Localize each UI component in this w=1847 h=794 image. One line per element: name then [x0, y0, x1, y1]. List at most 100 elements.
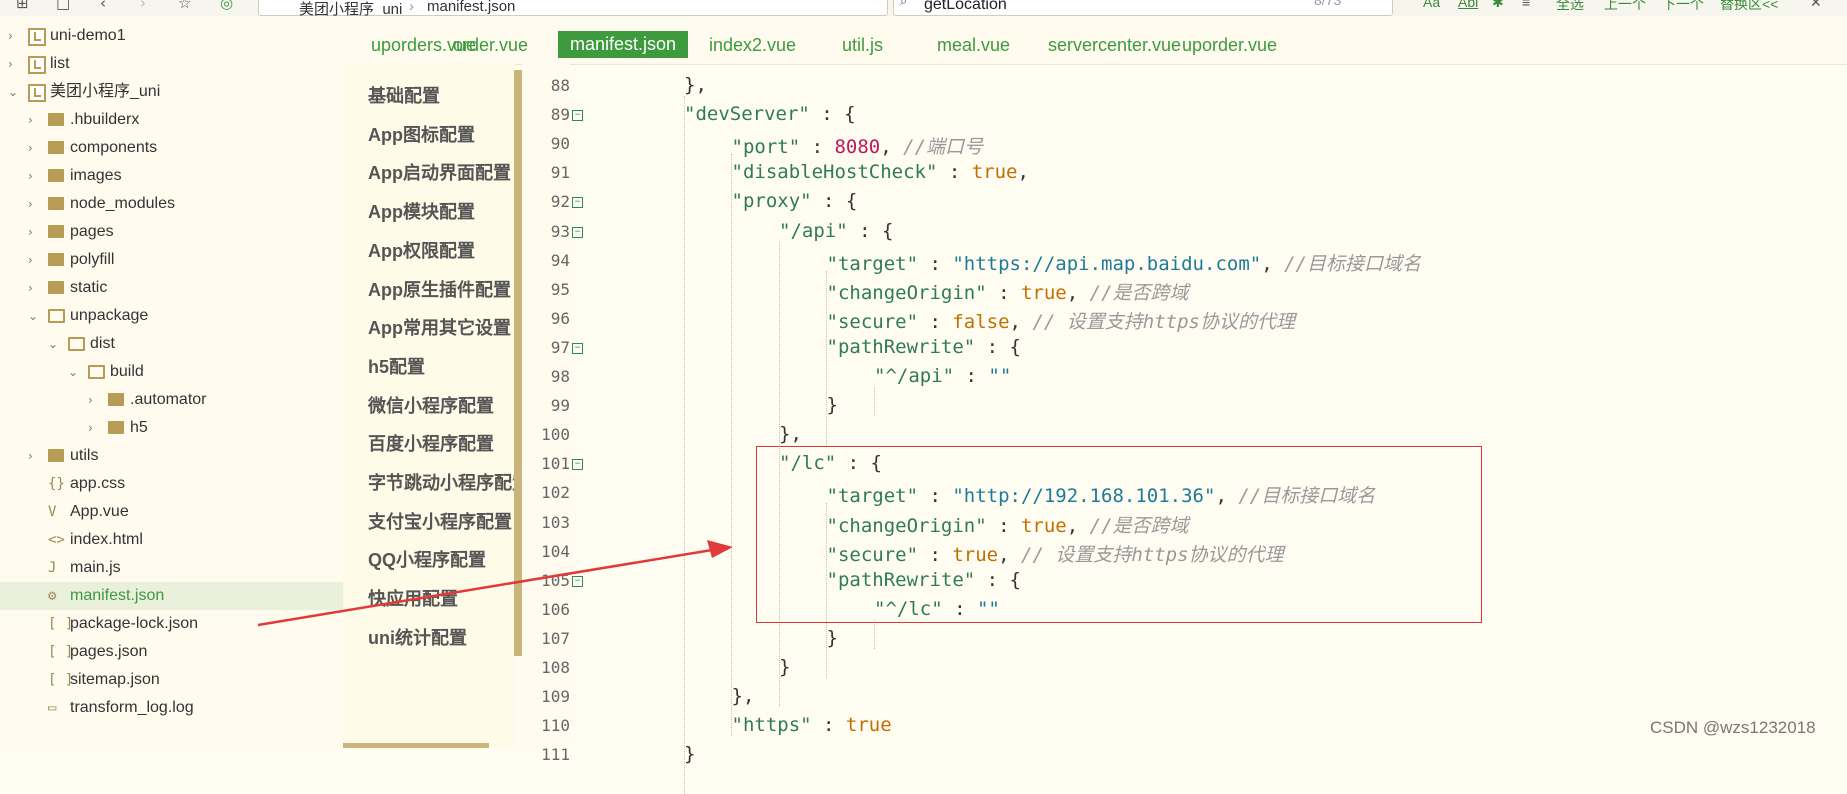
code-line[interactable]: "https" : true: [732, 714, 892, 743]
chevron-right-icon[interactable]: ›: [28, 106, 42, 134]
config-nav-item[interactable]: QQ小程序配置: [368, 546, 486, 572]
tree-item[interactable]: › static: [0, 274, 343, 302]
code-line[interactable]: "changeOrigin" : true, //是否跨域: [827, 278, 1189, 307]
fold-toggle-icon[interactable]: −: [572, 342, 583, 354]
tree-item[interactable]: {} app.css: [0, 470, 343, 498]
tree-item[interactable]: ⌄ unpackage: [0, 302, 343, 330]
config-nav-item[interactable]: App原生插件配置: [368, 276, 511, 302]
match-case-toggle[interactable]: Aa: [1423, 0, 1440, 10]
tab-order-vue[interactable]: order.vue: [453, 30, 528, 60]
chevron-right-icon[interactable]: ›: [28, 134, 42, 162]
tree-item[interactable]: ⌄ dist: [0, 330, 343, 358]
run-icon[interactable]: ◎: [220, 0, 233, 12]
code-line[interactable]: }: [827, 627, 838, 656]
fold-toggle-icon[interactable]: −: [572, 459, 583, 471]
tree-item[interactable]: Jmain.js: [0, 554, 343, 582]
config-nav-item[interactable]: App启动界面配置: [368, 159, 511, 185]
code-line[interactable]: }: [827, 394, 838, 423]
chevron-right-icon[interactable]: ›: [8, 50, 22, 78]
config-nav-horizontal-scrollbar[interactable]: [343, 743, 489, 748]
tree-item[interactable]: <> index.html: [0, 526, 343, 554]
save-icon[interactable]: □: [56, 0, 70, 12]
path-project[interactable]: 美团小程序_uni: [299, 0, 402, 16]
tab-manifest-json[interactable]: manifest.json: [558, 31, 689, 58]
select-all-button[interactable]: 全选: [1556, 0, 1584, 14]
code-line[interactable]: "pathRewrite" : {: [827, 336, 1021, 365]
replace-toggle-button[interactable]: 替换区<<: [1720, 0, 1778, 14]
config-nav-item[interactable]: App常用其它设置: [368, 314, 511, 340]
star-icon[interactable]: ☆: [178, 0, 191, 12]
find-prev-button[interactable]: 上一个: [1604, 0, 1646, 14]
find-input[interactable]: [924, 0, 1274, 14]
chevron-down-icon[interactable]: ⌄: [28, 302, 42, 330]
tree-item[interactable]: › .hbuilderx: [0, 106, 343, 134]
tree-item[interactable]: › h5: [0, 414, 343, 442]
code-line[interactable]: "port" : 8080, //端口号: [732, 132, 984, 161]
tree-item[interactable]: ⌄ 美团小程序_uni: [0, 78, 343, 106]
tree-item[interactable]: › utils: [0, 442, 343, 470]
code-line[interactable]: "devServer" : {: [684, 103, 856, 132]
whole-word-toggle[interactable]: Abl: [1458, 0, 1478, 10]
regex-icon[interactable]: ✱: [1492, 0, 1504, 11]
code-line[interactable]: "disableHostCheck" : true,: [732, 161, 1029, 190]
config-nav-item[interactable]: 快应用配置: [368, 585, 458, 611]
code-line[interactable]: },: [684, 74, 707, 103]
config-nav-item[interactable]: 百度小程序配置: [368, 430, 494, 456]
chevron-right-icon[interactable]: ›: [28, 190, 42, 218]
tree-item[interactable]: [ ] pages.json: [0, 638, 343, 666]
tree-item[interactable]: [ ] sitemap.json: [0, 666, 343, 694]
chevron-right-icon[interactable]: ›: [28, 274, 42, 302]
back-icon[interactable]: ‹: [100, 0, 106, 12]
code-line[interactable]: "secure" : false, // 设置支持https协议的代理: [827, 307, 1295, 336]
config-nav-item[interactable]: App权限配置: [368, 237, 475, 263]
new-file-icon[interactable]: ⊞: [16, 0, 29, 12]
find-next-button[interactable]: 下一个: [1662, 0, 1704, 14]
tab-util-js[interactable]: util.js: [842, 30, 883, 60]
chevron-right-icon[interactable]: ›: [28, 162, 42, 190]
code-editor[interactable]: }, "devServer" : {"port" : 8080, //端口号 "di…: [584, 64, 1847, 794]
code-line[interactable]: },: [732, 685, 755, 714]
tree-item[interactable]: › polyfill: [0, 246, 343, 274]
tree-item[interactable]: › list: [0, 50, 343, 78]
code-line[interactable]: "proxy" : {: [732, 190, 858, 219]
tab-servercenter-vue[interactable]: servercenter.vue: [1048, 30, 1181, 60]
code-line[interactable]: "target" : "https://api.map.baidu.com", …: [827, 249, 1421, 278]
forward-icon[interactable]: ›: [140, 0, 146, 12]
fold-toggle-icon[interactable]: −: [572, 226, 583, 238]
chevron-down-icon[interactable]: ⌄: [48, 330, 62, 358]
tab-uporder-vue[interactable]: uporder.vue: [1182, 30, 1277, 60]
config-nav-item[interactable]: App图标配置: [368, 121, 475, 147]
tree-item[interactable]: › node_modules: [0, 190, 343, 218]
config-nav-item[interactable]: uni统计配置: [368, 624, 467, 650]
chevron-down-icon[interactable]: ⌄: [8, 78, 22, 106]
chevron-right-icon[interactable]: ›: [88, 414, 102, 442]
tab-meal-vue[interactable]: meal.vue: [937, 30, 1010, 60]
tree-item[interactable]: ⚙ manifest.json: [0, 582, 343, 610]
chevron-right-icon[interactable]: ›: [28, 218, 42, 246]
tree-item[interactable]: › uni-demo1: [0, 22, 343, 50]
config-nav-item[interactable]: 支付宝小程序配置: [368, 508, 512, 534]
fold-toggle-icon[interactable]: −: [572, 110, 583, 122]
tree-item[interactable]: ▭ transform_log.log: [0, 694, 343, 722]
config-nav-item[interactable]: 基础配置: [368, 82, 440, 108]
code-line[interactable]: }: [779, 656, 790, 685]
tree-item[interactable]: [ ] package-lock.json: [0, 610, 343, 638]
chevron-right-icon[interactable]: ›: [28, 246, 42, 274]
config-nav-item[interactable]: App模块配置: [368, 198, 475, 224]
tree-item[interactable]: V App.vue: [0, 498, 343, 526]
chevron-right-icon[interactable]: ›: [88, 386, 102, 414]
tree-item[interactable]: › pages: [0, 218, 343, 246]
tree-item[interactable]: › images: [0, 162, 343, 190]
path-file[interactable]: manifest.json: [427, 0, 515, 15]
config-nav-item[interactable]: 字节跳动小程序配置: [368, 469, 515, 495]
fold-toggle-icon[interactable]: −: [572, 575, 583, 587]
code-line[interactable]: "/api" : {: [779, 220, 893, 249]
chevron-right-icon[interactable]: ›: [28, 442, 42, 470]
config-nav-scrollbar[interactable]: [514, 70, 522, 656]
close-find-icon[interactable]: ✕: [1810, 0, 1822, 11]
tree-item[interactable]: › .automator: [0, 386, 343, 414]
chevron-right-icon[interactable]: ›: [8, 22, 22, 50]
fold-toggle-icon[interactable]: −: [572, 197, 583, 209]
config-nav-item[interactable]: h5配置: [368, 353, 425, 379]
tab-index2-vue[interactable]: index2.vue: [709, 30, 796, 60]
